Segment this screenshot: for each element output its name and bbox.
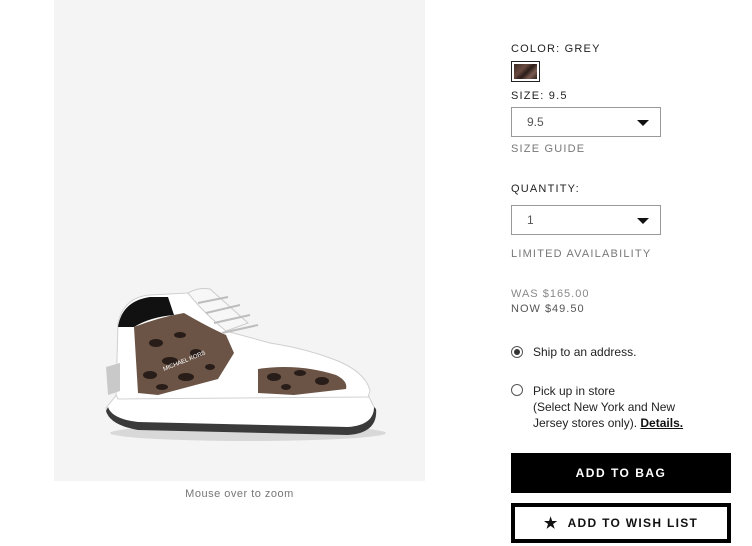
pickup-radio[interactable]	[511, 384, 523, 396]
ship-to-address-option[interactable]: Ship to an address.	[511, 345, 636, 359]
wish-list-label: ADD TO WISH LIST	[567, 516, 699, 530]
size-select[interactable]: 9.5	[511, 107, 661, 137]
quantity-select[interactable]: 1	[511, 205, 661, 235]
original-price: WAS $165.00	[511, 288, 590, 300]
sale-price: NOW $49.50	[511, 303, 585, 315]
availability-status: LIMITED AVAILABILITY	[511, 248, 652, 260]
size-label: SIZE: 9.5	[511, 90, 568, 102]
size-guide-link[interactable]: SIZE GUIDE	[511, 143, 585, 155]
chevron-down-icon	[637, 218, 649, 224]
product-shoe-image[interactable]: MICHAEL KORS	[98, 283, 386, 443]
wish-list-button-inner: ★ ADD TO WISH LIST	[515, 507, 727, 539]
pickup-label: Pick up in store	[533, 384, 616, 398]
quantity-label: QUANTITY:	[511, 183, 580, 195]
pickup-text: Pick up in store (Select New York and Ne…	[533, 383, 708, 431]
zoom-hint: Mouse over to zoom	[185, 488, 294, 500]
color-label: COLOR: GREY	[511, 43, 601, 55]
add-to-wish-list-button[interactable]: ★ ADD TO WISH LIST	[511, 503, 731, 543]
pickup-in-store-option[interactable]: Pick up in store (Select New York and Ne…	[511, 383, 708, 431]
swatch-pattern	[514, 64, 537, 79]
quantity-select-value: 1	[527, 213, 534, 227]
chevron-down-icon	[637, 120, 649, 126]
product-image-panel[interactable]: MICHAEL KORS	[54, 0, 425, 481]
details-link[interactable]: Details.	[640, 416, 683, 430]
size-select-value: 9.5	[527, 115, 544, 129]
ship-label: Ship to an address.	[533, 345, 637, 359]
star-icon: ★	[543, 514, 559, 532]
color-swatch[interactable]	[511, 61, 540, 82]
ship-radio[interactable]	[511, 346, 523, 358]
add-to-bag-button[interactable]: ADD TO BAG	[511, 453, 731, 493]
